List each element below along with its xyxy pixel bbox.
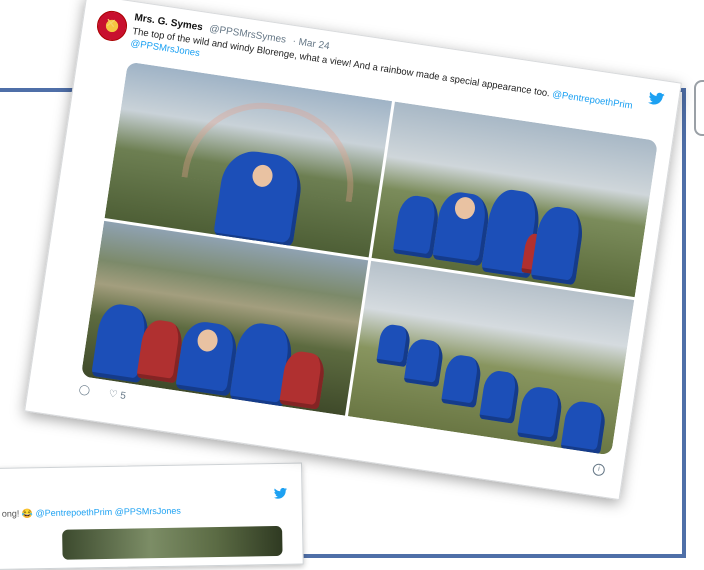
child-figure bbox=[478, 368, 521, 424]
mention-link[interactable]: @PentrepoethPrim bbox=[35, 507, 112, 518]
secondary-tweet-text: ong! 😂 @PentrepoethPrim @PPSMrsJones bbox=[1, 505, 181, 519]
child-figure bbox=[403, 336, 445, 387]
edge-panel bbox=[694, 80, 704, 136]
tweet-card[interactable]: Mrs. G. Symes @PPSMrsSymes · Mar 24 The … bbox=[24, 0, 682, 501]
mention-link[interactable]: @PentrepoethPrim bbox=[552, 89, 634, 112]
info-icon[interactable]: i bbox=[591, 462, 606, 477]
school-crest-icon[interactable] bbox=[94, 8, 130, 44]
photo-gallery bbox=[80, 61, 659, 456]
secondary-tweet-card[interactable]: ong! 😂 @PentrepoethPrim @PPSMrsJones bbox=[0, 462, 304, 570]
tweet-actions: ◯ ♡ 5 bbox=[78, 384, 158, 407]
like-count: 5 bbox=[119, 390, 127, 402]
mention-link[interactable]: @PPSMrsJones bbox=[115, 506, 181, 517]
like-icon[interactable]: ♡ 5 bbox=[108, 389, 143, 405]
child-figure bbox=[440, 352, 483, 408]
twitter-bird-icon bbox=[273, 487, 288, 499]
child-figure bbox=[560, 398, 607, 455]
reply-icon[interactable]: ◯ bbox=[78, 384, 91, 397]
child-figure bbox=[516, 384, 564, 442]
secondary-tweet-photo[interactable] bbox=[62, 525, 283, 560]
